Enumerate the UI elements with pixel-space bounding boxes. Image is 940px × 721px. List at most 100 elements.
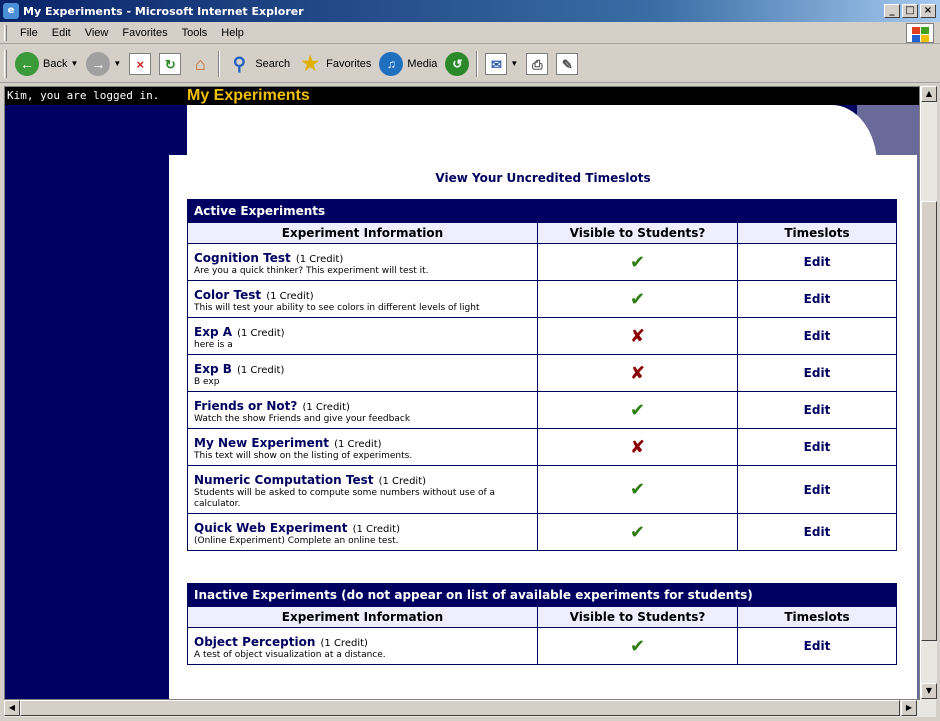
experiment-name-link[interactable]: Object Perception — [194, 635, 315, 649]
close-button[interactable]: × — [920, 4, 936, 18]
experiment-description: (Online Experiment) Complete an online t… — [194, 536, 399, 546]
experiment-credit: (1 Credit) — [334, 439, 382, 450]
window-title-bar: e My Experiments - Microsoft Internet Ex… — [0, 0, 940, 22]
scroll-right-button[interactable]: ▶ — [901, 700, 917, 716]
login-status: Kim, you are logged in. — [7, 89, 160, 102]
edit-timeslots-link[interactable]: Edit — [737, 627, 897, 665]
search-label: Search — [255, 57, 291, 70]
table-row: Color Test (1 Credit) This will test your… — [187, 280, 897, 318]
experiment-name-link[interactable]: Numeric Computation Test — [194, 473, 374, 487]
menu-file[interactable]: File — [13, 25, 45, 41]
experiment-name-link[interactable]: Exp A — [194, 325, 232, 339]
experiment-credit: (1 Credit) — [378, 476, 427, 487]
menu-grip — [4, 24, 7, 41]
maximize-button[interactable]: □ — [902, 4, 918, 18]
checkmark-icon: ✔ — [537, 465, 738, 514]
mail-button[interactable]: ✉ ▼ — [481, 49, 522, 79]
menu-bar: File Edit View Favorites Tools Help — [0, 22, 940, 44]
edit-timeslots-link[interactable]: Edit — [737, 317, 897, 355]
refresh-icon: ↻ — [159, 52, 182, 75]
experiment-info: Quick Web Experiment (1 Credit) (Online E… — [187, 513, 538, 551]
edit-timeslots-link[interactable]: Edit — [737, 513, 897, 551]
inactive-table-title: Inactive Experiments (do not appear on l… — [187, 583, 897, 607]
scroll-left-button[interactable]: ◀ — [4, 700, 20, 716]
inactive-experiments-table: Inactive Experiments (do not appear on l… — [187, 583, 897, 665]
print-icon: ⎙ — [526, 52, 549, 75]
page-viewport: Kim, you are logged in. My Experiments V… — [4, 86, 920, 700]
horizontal-scroll-thumb[interactable] — [20, 700, 900, 716]
home-icon: ⌂ — [194, 53, 206, 74]
search-button[interactable]: ⚲ Search — [223, 49, 294, 79]
stop-button[interactable]: × — [125, 49, 155, 79]
edit-timeslots-link[interactable]: Edit — [737, 243, 897, 281]
edit-timeslots-link[interactable]: Edit — [737, 391, 897, 429]
toolbar-separator — [218, 50, 221, 77]
active-rows: Cognition Test (1 Credit) Are you a quick… — [187, 243, 897, 551]
media-button[interactable]: ♫ Media — [375, 49, 441, 79]
experiment-name-link[interactable]: My New Experiment — [194, 436, 329, 450]
checkmark-icon: ✔ — [537, 627, 738, 665]
history-button[interactable]: ↺ — [441, 49, 473, 79]
star-icon: ★ — [301, 52, 320, 75]
experiment-description: This text will show on the listing of ex… — [194, 451, 413, 461]
experiment-name-link[interactable]: Color Test — [194, 288, 261, 302]
chevron-down-icon: ▼ — [510, 59, 519, 68]
experiment-credit: (1 Credit) — [236, 365, 285, 376]
table-row: Cognition Test (1 Credit) Are you a quick… — [187, 243, 897, 281]
edit-page-button[interactable]: ✎ — [552, 49, 582, 79]
experiment-name-link[interactable]: Friends or Not? — [194, 399, 297, 413]
horizontal-scrollbar[interactable]: ◀ ▶ — [4, 700, 936, 717]
minimize-button[interactable]: _ — [884, 4, 900, 18]
favorites-button[interactable]: ★ Favorites — [294, 49, 375, 79]
refresh-button[interactable]: ↻ — [155, 49, 185, 79]
forward-arrow-icon: → — [86, 51, 111, 76]
standard-toolbar: ← Back ▼ → ▼ × ↻ ⌂ ⚲ Search ★ Favorites … — [0, 45, 940, 83]
experiment-name-link[interactable]: Cognition Test — [194, 251, 291, 265]
active-table-title: Active Experiments — [187, 199, 897, 223]
print-button[interactable]: ⎙ — [522, 49, 552, 79]
experiment-name-link[interactable]: Exp B — [194, 362, 232, 376]
experiment-description: Are you a quick thinker? This experiment… — [194, 266, 429, 276]
inactive-rows: Object Perception (1 Credit) A test of ob… — [187, 627, 897, 665]
experiment-info: Numeric Computation Test (1 Credit) Stude… — [187, 465, 538, 514]
uncredited-timeslots-link[interactable]: View Your Uncredited Timeslots — [169, 171, 917, 185]
experiment-description: here is a — [194, 340, 233, 350]
active-column-headers: Experiment Information Visible to Studen… — [187, 222, 897, 244]
edit-timeslots-link[interactable]: Edit — [737, 428, 897, 466]
scroll-down-button[interactable]: ▼ — [921, 683, 937, 699]
home-button[interactable]: ⌂ — [185, 49, 215, 79]
page-title: My Experiments — [187, 87, 310, 104]
edit-timeslots-link[interactable]: Edit — [737, 280, 897, 318]
media-icon: ♫ — [379, 51, 404, 76]
experiment-description: Watch the show Friends and give your fee… — [194, 414, 411, 424]
experiment-description: A test of object visualization at a dist… — [194, 650, 386, 660]
experiment-info: Cognition Test (1 Credit) Are you a quick… — [187, 243, 538, 281]
menu-help[interactable]: Help — [214, 25, 251, 41]
checkmark-icon: ✔ — [537, 391, 738, 429]
edit-timeslots-link[interactable]: Edit — [737, 354, 897, 392]
scroll-thumb[interactable] — [921, 201, 937, 641]
menu-edit[interactable]: Edit — [45, 25, 78, 41]
scroll-up-button[interactable]: ▲ — [921, 86, 937, 102]
experiment-credit: (1 Credit) — [266, 291, 314, 302]
menu-view[interactable]: View — [78, 25, 116, 41]
stop-icon: × — [129, 52, 152, 75]
table-row: Exp B (1 Credit) B exp ✘ Edit — [187, 354, 897, 392]
checkmark-icon: ✔ — [537, 513, 738, 551]
experiment-name-link[interactable]: Quick Web Experiment — [194, 521, 347, 535]
forward-button[interactable]: → ▼ — [82, 49, 125, 79]
vertical-scrollbar[interactable]: ▲ ▼ — [920, 86, 937, 700]
inactive-column-headers: Experiment Information Visible to Studen… — [187, 606, 897, 628]
table-row: Object Perception (1 Credit) A test of ob… — [187, 627, 897, 665]
menu-favorites[interactable]: Favorites — [115, 25, 174, 41]
edit-timeslots-link[interactable]: Edit — [737, 465, 897, 514]
window-title: My Experiments - Microsoft Internet Expl… — [23, 4, 304, 18]
back-button[interactable]: ← Back ▼ — [11, 49, 82, 79]
chevron-down-icon: ▼ — [113, 59, 122, 68]
experiment-info: Object Perception (1 Credit) A test of ob… — [187, 627, 538, 665]
col-experiment-info: Experiment Information — [187, 606, 538, 628]
back-arrow-icon: ← — [15, 51, 39, 76]
col-visible: Visible to Students? — [537, 222, 738, 244]
experiment-info: My New Experiment (1 Credit) This text wi… — [187, 428, 538, 466]
menu-tools[interactable]: Tools — [175, 25, 215, 41]
